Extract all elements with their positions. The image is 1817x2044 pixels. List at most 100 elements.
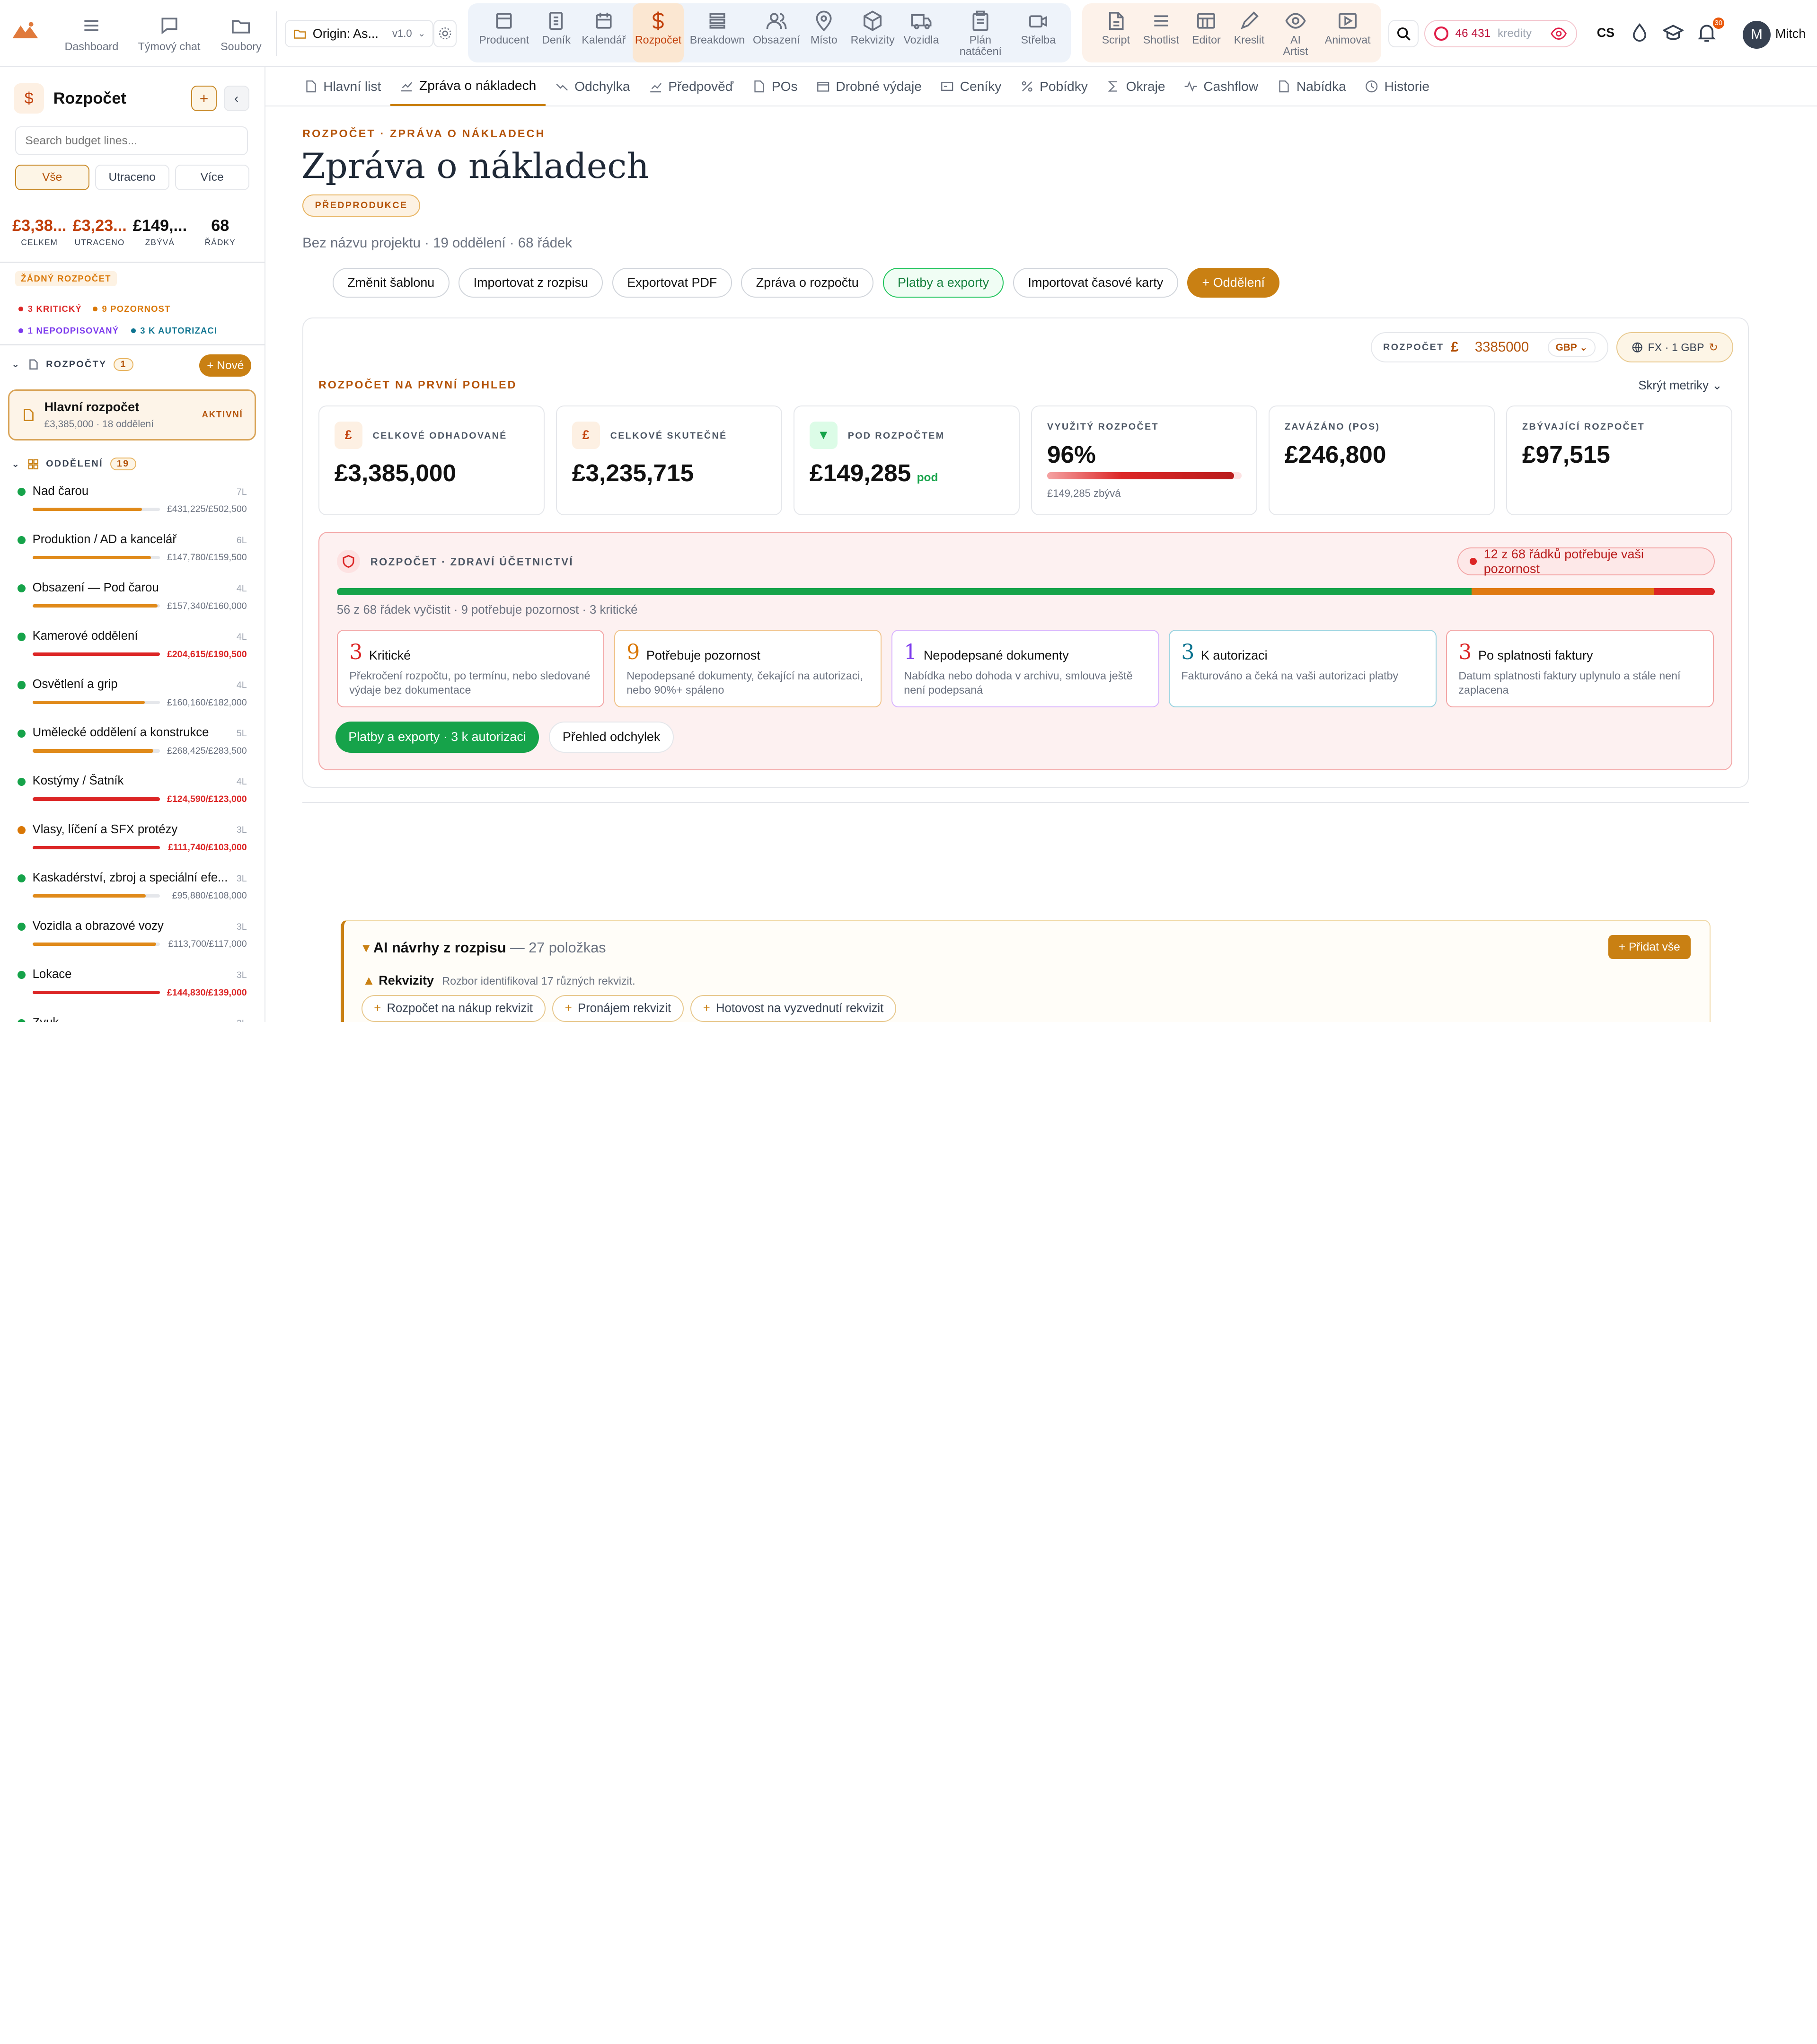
tool-kalendar[interactable]: Kalendář — [580, 3, 628, 62]
tab-8[interactable]: Pobídky — [1011, 67, 1097, 106]
credits-pill[interactable]: 46 431 kredity — [1424, 19, 1578, 48]
filter-all[interactable]: Vše — [15, 164, 89, 190]
department-row[interactable]: Lokace 3L £144,830/£139,000 — [17, 966, 249, 1010]
health-card[interactable]: 3 K autorizaci Fakturováno a čeká na vaši … — [1168, 630, 1437, 708]
health-card[interactable]: 3 Po splatnosti faktury Datum splatnosti f… — [1446, 630, 1714, 708]
action-bar: Změnit šablonu Importovat z rozpisu Expo… — [332, 267, 1280, 298]
global-search-button[interactable] — [1388, 19, 1419, 48]
flag-attention[interactable]: 9 POZORNOST — [92, 304, 171, 314]
departments-section-header[interactable]: ⌄ ODDĚLENÍ 19 — [11, 458, 136, 471]
tab-10[interactable]: Cashflow — [1174, 67, 1268, 106]
department-row[interactable]: Zvuk 3L — [17, 1015, 249, 1022]
tool-obsazeni[interactable]: Obsazení — [751, 3, 802, 62]
tool-rekvizity[interactable]: Rekvizity — [846, 3, 900, 62]
department-row[interactable]: Osvětlení a grip 4L £160,160/£182,000 — [17, 677, 249, 721]
tool-kreslit[interactable]: Kreslit — [1231, 3, 1268, 62]
tool-label: Kreslit — [1234, 34, 1265, 46]
budget-report-button[interactable]: Zpráva o rozpočtu — [741, 267, 874, 298]
tool-ai-artist[interactable]: AI Artist — [1275, 3, 1316, 62]
tool-misto[interactable]: Místo — [807, 3, 841, 62]
department-row[interactable]: Nad čarou 7L £431,225/£502,500 — [17, 483, 249, 527]
language-switch[interactable]: CS — [1597, 26, 1614, 40]
department-row[interactable]: Vozidla a obrazové vozy 3L £113,700/£117,0… — [17, 918, 249, 962]
add-all-button[interactable]: + Přidat vše — [1608, 934, 1691, 960]
project-selector[interactable]: Origin: As... v1.0 ⌄ — [285, 19, 433, 48]
import-timecards-button[interactable]: Importovat časové karty — [1013, 267, 1178, 298]
department-row[interactable]: Kaskadérství, zbroj a speciální efe... 3L… — [17, 870, 249, 914]
department-row[interactable]: Vlasy, líčení a SFX protézy 3L £111,740/£1… — [17, 821, 249, 865]
location-icon — [816, 10, 832, 32]
tab-1[interactable]: Hlavní list — [294, 67, 390, 106]
ai-suggestions-header[interactable]: ▾ AI návrhy z rozpisu — 27 položkas — [362, 940, 606, 956]
tab-2[interactable]: Zpráva o nákladech — [390, 67, 546, 106]
export-pdf-button[interactable]: Exportovat PDF — [612, 267, 732, 298]
attention-alert[interactable]: 12 z 68 řádků potřebuje vaši pozornost — [1457, 547, 1715, 576]
budget-input-value[interactable]: 3385000 — [1475, 339, 1529, 355]
import-from-breakdown-button[interactable]: Importovat z rozpisu — [459, 267, 603, 298]
collapse-sidebar-button[interactable]: ‹ — [223, 86, 249, 112]
main-budget-card[interactable]: Hlavní rozpočet £3,385,000 · 18 oddělení… — [8, 389, 256, 441]
fx-rate-button[interactable]: FX · 1 GBP ↻ — [1616, 332, 1734, 363]
flag-critical[interactable]: 3 KRITICKÝ — [18, 304, 82, 314]
tab-11[interactable]: Nabídka — [1268, 67, 1356, 106]
tool-editor[interactable]: Editor — [1187, 3, 1226, 62]
nav-dashboard[interactable]: Dashboard — [60, 7, 123, 61]
user-name[interactable]: Mitch — [1775, 26, 1806, 41]
new-budget-button[interactable]: + Nové — [199, 354, 252, 377]
suggestion-pill[interactable]: + Hotovost na vyzvednutí rekvizit — [690, 995, 896, 1022]
suggestion-pill[interactable]: + Rozpočet na nákup rekvizit — [361, 995, 546, 1022]
tab-5[interactable]: POs — [743, 67, 807, 106]
tool-plan-nataceni[interactable]: Plán natáčení — [950, 3, 1010, 62]
tab-9[interactable]: Okraje — [1097, 67, 1174, 106]
nav-files[interactable]: Soubory — [216, 7, 267, 61]
app-logo[interactable] — [11, 21, 39, 43]
budget-total-input[interactable]: ROZPOČET £ 3385000 GBP ⌄ — [1370, 332, 1608, 363]
department-row[interactable]: Umělecké oddělení a konstrukce 5L £268,425… — [17, 725, 249, 769]
budgets-section-header[interactable]: ⌄ ROZPOČTY 1 — [11, 358, 134, 371]
tool-strelba[interactable]: Střelba — [1015, 3, 1061, 62]
nav-team-chat[interactable]: Týmový chat — [134, 7, 204, 61]
currency-select[interactable]: GBP ⌄ — [1547, 338, 1596, 357]
ai-suggestions-panel: ▾ AI návrhy z rozpisu — 27 položkas + Př… — [340, 920, 1711, 1022]
tab-4[interactable]: Předpověď — [639, 67, 743, 106]
learn-button[interactable] — [1662, 22, 1685, 43]
project-settings-button[interactable] — [433, 19, 457, 48]
tab-7[interactable]: Ceníky — [931, 67, 1011, 106]
divider — [0, 262, 265, 263]
filter-spent[interactable]: Utraceno — [95, 164, 169, 190]
department-row[interactable]: Kamerové oddělení 4L £204,615/£190,500 — [17, 628, 249, 672]
tool-denik[interactable]: Deník — [535, 3, 577, 62]
tool-shotlist[interactable]: Shotlist — [1140, 3, 1182, 62]
tool-vozidla[interactable]: Vozidla — [901, 3, 941, 62]
tool-producent[interactable]: Producent — [475, 3, 533, 62]
tab-6[interactable]: Drobné výdaje — [807, 67, 931, 106]
tool-breakdown[interactable]: Breakdown — [688, 3, 746, 62]
add-budget-line-button[interactable]: + — [191, 86, 217, 112]
theme-toggle[interactable] — [1629, 22, 1650, 43]
hide-metrics-toggle[interactable]: Skrýt metriky ⌄ — [1638, 379, 1722, 393]
health-card[interactable]: 9 Potřebuje pozornost Nepodepsané dokument… — [614, 630, 882, 708]
avatar[interactable]: M — [1743, 21, 1771, 49]
payments-exports-button[interactable]: Platby a exporty — [882, 267, 1004, 298]
suggestion-pill[interactable]: + Pronájem rekvizit — [552, 995, 684, 1022]
change-template-button[interactable]: Změnit šablonu — [332, 267, 450, 298]
tab-12[interactable]: Historie — [1355, 67, 1438, 106]
tool-animovat[interactable]: Animovat — [1323, 3, 1372, 62]
department-lines: 3L — [236, 921, 247, 932]
tab-3[interactable]: Odchylka — [546, 67, 639, 106]
department-row[interactable]: Produktion / AD a kancelář 6L £147,780/£15… — [17, 531, 249, 575]
add-department-button[interactable]: + Oddělení — [1187, 267, 1280, 298]
tool-rozpocet[interactable]: Rozpočet — [633, 3, 684, 63]
tab-label: Nabídka — [1296, 79, 1346, 94]
health-card[interactable]: 3 Kritické Překročení rozpočtu, po termínu… — [336, 630, 605, 708]
flag-unsigned[interactable]: 1 NEPODPISOVANÝ — [18, 326, 119, 336]
variance-overview-button[interactable]: Přehled odchylek — [548, 721, 674, 753]
budget-search-input[interactable] — [15, 126, 248, 156]
payments-authorize-button[interactable]: Platby a exporty · 3 k autorizaci — [335, 721, 539, 753]
tool-script[interactable]: Script — [1094, 3, 1138, 62]
health-card[interactable]: 1 Nepodepsané dokumenty Nabídka nebo dohod… — [891, 630, 1159, 708]
department-row[interactable]: Kostýmy / Šatník 4L £124,590/£123,000 — [17, 773, 249, 817]
flag-to-authorize[interactable]: 3 K AUTORIZACI — [131, 326, 218, 336]
department-row[interactable]: Obsazení — Pod čarou 4L £157,340/£160,000 — [17, 580, 249, 624]
filter-more[interactable]: Více — [175, 164, 249, 190]
